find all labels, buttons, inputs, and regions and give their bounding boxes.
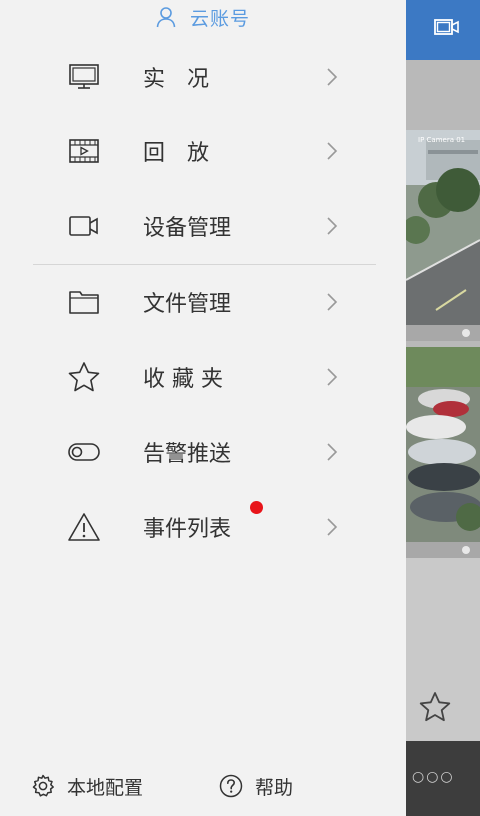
- notification-badge-dot: [250, 501, 263, 514]
- video-camera-icon: [66, 208, 102, 244]
- camera-thumbnail-1[interactable]: IP Camera 01: [406, 130, 480, 325]
- folder-icon: [66, 284, 102, 320]
- menu-label-event-list: 事件列表: [143, 517, 232, 542]
- menu-item-file-management[interactable]: 文件管理: [0, 265, 406, 339]
- gear-icon: [31, 774, 55, 798]
- menu-label-alarm-push: 告警推送: [143, 442, 232, 467]
- film-playback-icon: [66, 133, 102, 169]
- navigation-drawer: 云账号 实 况 回 放 设备管理 文件管理 收 藏 夹 告警推送 事件列表 本地…: [0, 0, 406, 816]
- background-bottom-bar: ○○○: [406, 741, 480, 816]
- chevron-right-icon: [326, 216, 338, 236]
- favorite-star-icon[interactable]: [418, 690, 452, 728]
- chevron-right-icon: [326, 141, 338, 161]
- chevron-right-icon: [326, 367, 338, 387]
- star-icon: [66, 359, 102, 395]
- local-settings-button[interactable]: 本地配置: [31, 768, 143, 804]
- background-topbar: [406, 0, 480, 60]
- monitor-icon: [66, 59, 102, 95]
- chevron-right-icon: [326, 292, 338, 312]
- thumbnail-2-indicator: [462, 546, 470, 554]
- menu-item-device-management[interactable]: 设备管理: [0, 189, 406, 263]
- menu-label-file-management: 文件管理: [143, 292, 232, 317]
- camera-overlay-text: IP Camera 01: [418, 136, 466, 144]
- chevron-right-icon: [326, 442, 338, 462]
- menu-item-live[interactable]: 实 况: [0, 40, 406, 114]
- menu-label-favorites: 收 藏 夹: [143, 367, 223, 392]
- toggle-icon: [66, 434, 102, 470]
- menu-label-live: 实 况: [143, 67, 210, 92]
- help-question-icon: [219, 774, 243, 798]
- menu-item-favorites[interactable]: 收 藏 夹: [0, 340, 406, 414]
- cloud-account-label: 云账号: [189, 7, 250, 30]
- menu-label-device-management: 设备管理: [143, 216, 232, 241]
- menu-label-playback: 回 放: [143, 141, 210, 166]
- local-settings-label: 本地配置: [67, 776, 144, 799]
- chevron-right-icon: [326, 67, 338, 87]
- cloud-account-button[interactable]: 云账号: [0, 0, 406, 34]
- camera-thumbnail-2[interactable]: [406, 347, 480, 542]
- menu-item-event-list[interactable]: 事件列表: [0, 490, 406, 564]
- multi-camera-icon[interactable]: [434, 17, 460, 41]
- help-button[interactable]: 帮助: [219, 768, 293, 804]
- thumbnail-2-bar: [406, 542, 480, 558]
- background-gap: [406, 60, 480, 130]
- menu-item-alarm-push[interactable]: 告警推送: [0, 415, 406, 489]
- thumbnail-1-indicator: [462, 329, 470, 337]
- chevron-right-icon: [326, 517, 338, 537]
- thumbnail-1-bar: [406, 325, 480, 341]
- user-icon: [156, 6, 176, 28]
- warning-icon: [66, 509, 102, 545]
- background-app: IP Camera 01 ○○○: [406, 0, 480, 816]
- more-icon[interactable]: ○○○: [412, 769, 455, 785]
- help-label: 帮助: [255, 776, 294, 799]
- menu-item-playback[interactable]: 回 放: [0, 114, 406, 188]
